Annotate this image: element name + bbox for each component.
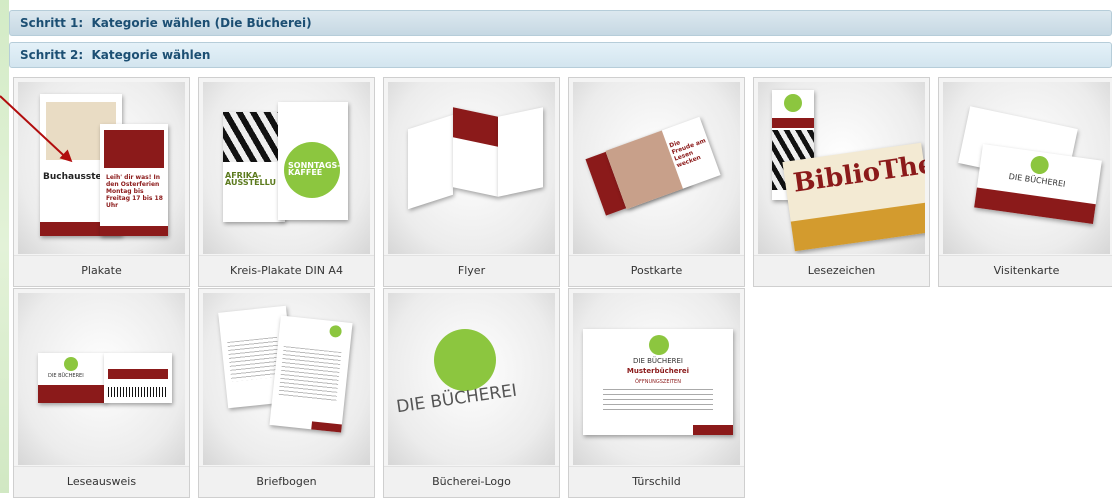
postkarte-thumbnail: Die Freude am Lesen wecken xyxy=(573,82,740,254)
kreis-plakate-thumbnail: AFRIKA-AUSSTELLU SONNTAGS-KAFFEE xyxy=(203,82,370,254)
leseausweis-caption: Leseausweis xyxy=(14,466,189,497)
buecherei-logo-thumbnail: DIE BÜCHEREI xyxy=(388,293,555,465)
plakate-thumbnail: Buchausste Leih' dir was! In den Osterfe… xyxy=(18,82,185,254)
tuerschild-hours-title: ÖFFNUNGSZEITEN xyxy=(635,379,681,385)
visitenkarte-brand: DIE BÜCHEREI xyxy=(1008,171,1066,189)
category-tile-briefbogen[interactable]: Briefbogen xyxy=(198,288,375,498)
kreis-plakate-caption: Kreis-Plakate DIN A4 xyxy=(199,255,374,286)
briefbogen-caption: Briefbogen xyxy=(199,466,374,497)
kreis-poster-title: AFRIKA-AUSSTELLU xyxy=(225,171,276,187)
category-tile-postkarte[interactable]: Die Freude am Lesen wecken Postkarte xyxy=(568,77,745,287)
tuerschild-brand: DIE BÜCHEREI xyxy=(633,357,683,365)
plakate-caption: Plakate xyxy=(14,255,189,286)
category-tile-flyer[interactable]: Flyer xyxy=(383,77,560,287)
flyer-caption: Flyer xyxy=(384,255,559,286)
step-1-label: Schritt 1: Kategorie wählen (Die Büchere… xyxy=(20,16,312,30)
category-tile-lesezeichen[interactable]: BiblioThek Lesezeichen xyxy=(753,77,930,287)
visitenkarte-caption: Visitenkarte xyxy=(939,255,1112,286)
category-tile-buecherei-logo[interactable]: DIE BÜCHEREI Bücherei-Logo xyxy=(383,288,560,498)
plakate-poster-title: Buchausste xyxy=(43,172,102,182)
buecherei-logo-caption: Bücherei-Logo xyxy=(384,466,559,497)
postkarte-text: Die Freude am Lesen wecken xyxy=(668,137,707,170)
plakate-poster-text: Leih' dir was! In den Osterferien Montag… xyxy=(106,174,163,209)
lesezeichen-caption: Lesezeichen xyxy=(754,255,929,286)
tuerschild-thumbnail: DIE BÜCHEREI Musterbücherei ÖFFNUNGSZEIT… xyxy=(573,293,740,465)
step-2-label: Schritt 2: Kategorie wählen xyxy=(20,48,211,62)
lesezeichen-thumbnail: BiblioThek xyxy=(758,82,925,254)
tuerschild-name: Musterbücherei xyxy=(626,367,690,375)
step-1-header[interactable]: Schritt 1: Kategorie wählen (Die Büchere… xyxy=(9,10,1112,36)
leseausweis-thumbnail: DIE BÜCHEREI xyxy=(18,293,185,465)
left-decorative-strip xyxy=(0,0,9,493)
visitenkarte-thumbnail: DIE BÜCHEREI xyxy=(943,82,1110,254)
tuerschild-caption: Türschild xyxy=(569,466,744,497)
category-tile-leseausweis[interactable]: DIE BÜCHEREI Leseausweis xyxy=(13,288,190,498)
category-tile-tuerschild[interactable]: DIE BÜCHEREI Musterbücherei ÖFFNUNGSZEIT… xyxy=(568,288,745,498)
leseausweis-brand: DIE BÜCHEREI xyxy=(48,373,84,379)
flyer-thumbnail xyxy=(388,82,555,254)
briefbogen-thumbnail xyxy=(203,293,370,465)
category-tile-plakate[interactable]: Buchausste Leih' dir was! In den Osterfe… xyxy=(13,77,190,287)
kreis-poster-text: SONNTAGS-KAFFEE xyxy=(288,161,341,177)
category-tile-visitenkarte[interactable]: DIE BÜCHEREI Visitenkarte xyxy=(938,77,1112,287)
postkarte-caption: Postkarte xyxy=(569,255,744,286)
category-tile-kreis-plakate[interactable]: AFRIKA-AUSSTELLU SONNTAGS-KAFFEE Kreis-P… xyxy=(198,77,375,287)
step-2-header[interactable]: Schritt 2: Kategorie wählen xyxy=(9,42,1112,68)
